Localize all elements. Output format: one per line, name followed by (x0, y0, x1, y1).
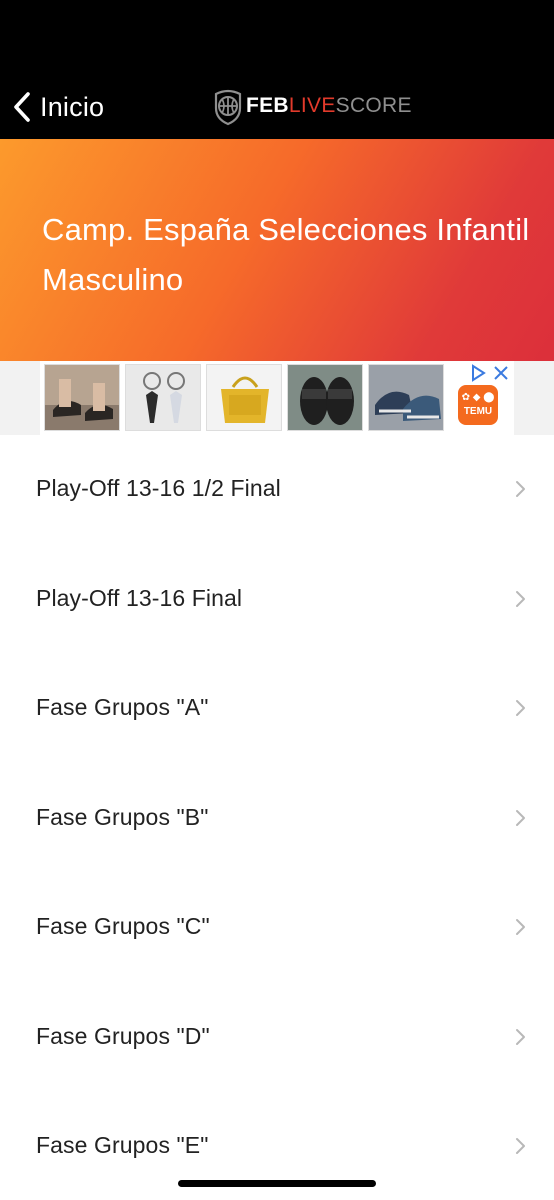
chevron-right-icon (516, 809, 525, 826)
temu-label: TEMU (463, 406, 493, 417)
list-item[interactable]: Play-Off 13-16 1/2 Final (0, 435, 554, 545)
temu-logo-icons: ✿ ◆ ⬤ (461, 392, 495, 403)
competition-header: Camp. España Selecciones Infantil Mascul… (0, 139, 554, 361)
list-item-label: Fase Grupos "C" (36, 913, 210, 939)
list-item[interactable]: Fase Grupos "C" (0, 873, 554, 983)
ad-content[interactable]: ✿ ◆ ⬤ TEMU (40, 361, 514, 435)
ad-thumbnail-sandals[interactable] (44, 364, 120, 431)
basketball-shield-icon (214, 89, 242, 126)
ad-thumbnail-pendants[interactable] (125, 364, 201, 431)
temu-logo[interactable]: ✿ ◆ ⬤ TEMU (458, 385, 498, 425)
ad-thumbnail-sneakers[interactable] (368, 364, 444, 431)
list-item-label: Fase Grupos "B" (36, 803, 209, 830)
chevron-right-icon (516, 590, 525, 607)
chevron-right-icon (516, 919, 525, 935)
logo-text-feb: FEB (246, 94, 289, 117)
back-label: Inicio (40, 91, 105, 122)
chevron-left-icon (14, 92, 30, 122)
ad-thumbnail-slippers[interactable] (287, 364, 363, 431)
list-item[interactable]: Fase Grupos "B" (0, 764, 554, 874)
adchoices-icon[interactable] (470, 364, 486, 382)
ad-thumbnail-yellow-bag[interactable] (206, 364, 282, 431)
logo-wordmark: FEB LIVE SCORE (246, 94, 412, 118)
close-icon[interactable] (493, 365, 509, 381)
chevron-right-icon (516, 1138, 525, 1154)
competition-title: Camp. España Selecciones Infantil Mascul… (42, 212, 530, 297)
feb-livescore-logo: FEB LIVE SCORE (212, 86, 412, 126)
top-navigation-bar: Inicio FEB LIVE SCORE (0, 0, 554, 139)
list-item[interactable]: Fase Grupos "D" (0, 983, 554, 1093)
chevron-right-icon (516, 1028, 525, 1045)
list-item[interactable]: Play-Off 13-16 Final (0, 545, 554, 655)
logo-text-live: LIVE (288, 94, 336, 117)
list-item-label: Fase Grupos "A" (36, 694, 209, 720)
list-item-label: Fase Grupos "D" (36, 1022, 210, 1049)
list-item-label: Play-Off 13-16 1/2 Final (36, 475, 281, 501)
chevron-right-icon (516, 481, 525, 497)
chevron-right-icon (516, 700, 525, 716)
list-item-label: Fase Grupos "E" (36, 1132, 209, 1158)
ad-banner[interactable]: ✿ ◆ ⬤ TEMU (0, 361, 554, 435)
list-item[interactable]: Fase Grupos "A" (0, 654, 554, 764)
home-indicator[interactable] (178, 1180, 376, 1187)
logo-text-score: SCORE (335, 94, 412, 117)
list-item-label: Play-Off 13-16 Final (36, 584, 243, 611)
rounds-list: Play-Off 13-16 1/2 Final Play-Off 13-16 … (0, 435, 554, 1200)
back-button[interactable]: Inicio (12, 88, 104, 126)
